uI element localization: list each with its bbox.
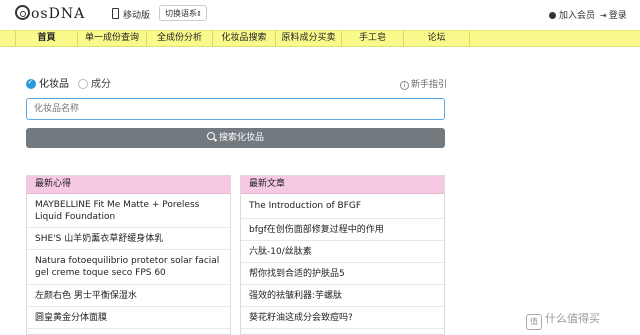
login-icon: ⇥ (600, 11, 607, 20)
radio-cosmetic-label: 化妆品 (39, 79, 69, 90)
main-nav: 首頁 单一成份查询 全成份分析 化妆品搜索 原料成分买卖 手工皂 论坛 (0, 30, 640, 47)
radio-ingredient-label: 成分 (91, 79, 111, 90)
language-select[interactable]: 切换语系 ⇕ (159, 5, 207, 21)
watermark-icon: 值 (526, 314, 542, 330)
nav-item-single-ingredient[interactable]: 单一成份查询 (78, 31, 147, 46)
panel-title: 最新心得 (27, 176, 230, 194)
logo-c-icon (15, 5, 30, 20)
list-item[interactable]: Natura fotoequilibrio protetor solar fac… (27, 250, 230, 285)
radio-cosmetic[interactable]: 化妆品 (26, 75, 69, 90)
list-item[interactable]: The Introduction of BFGF (241, 194, 444, 219)
nav-item-ingredient-trade[interactable]: 原料成分买卖 (276, 31, 342, 46)
list-item[interactable]: 圆皇黄金分体面膜 (27, 307, 230, 329)
search-button-label: 搜索化妆品 (218, 133, 264, 143)
radio-checked-icon (26, 78, 36, 89)
latest-articles-panel: 最新文章 The Introduction of BFGF bfgf在创伤面部修… (240, 175, 445, 335)
panel-title: 最新文章 (241, 176, 444, 194)
search-button[interactable]: 搜索化妆品 (26, 128, 445, 148)
radio-ingredient[interactable]: 成分 (78, 75, 111, 90)
list-item[interactable]: bfgf在创伤面部修复过程中的作用 (241, 219, 444, 241)
list-item[interactable]: 左颜右色 男士平衡保湿水 (27, 285, 230, 307)
nav-item-cosmetic-search[interactable]: 化妆品搜索 (213, 31, 276, 46)
user-icon (549, 12, 556, 19)
site-logo[interactable]: osDNA (15, 5, 85, 22)
join-label: 加入会员 (559, 11, 596, 21)
watermark: 值什么值得买 (526, 310, 600, 330)
nav-item-full-analysis[interactable]: 全成份分析 (147, 31, 213, 46)
latest-reviews-panel: 最新心得 MAYBELLINE Fit Me Matte + Poreless … (26, 175, 231, 335)
phone-icon (112, 8, 119, 19)
search-icon (206, 132, 215, 140)
nav-item-home[interactable]: 首頁 (15, 31, 78, 46)
login-label: 登录 (608, 11, 627, 21)
beginner-guide-link[interactable]: i 新手指引 (400, 77, 447, 90)
language-select-value: 切换语系 (165, 9, 197, 18)
list-item[interactable]: 六肽-10/丝肽素 (241, 241, 444, 263)
list-item[interactable]: MAYBELLINE Fit Me Matte + Poreless Liqui… (27, 194, 230, 228)
list-item[interactable]: 强效的祛皱利器:芋螺肽 (241, 285, 444, 307)
join-member-link[interactable]: 加入会员 (549, 8, 595, 21)
mobile-label: 移动版 (123, 11, 151, 21)
watermark-text: 什么值得买 (545, 312, 600, 325)
chevron-updown-icon: ⇕ (196, 10, 202, 18)
top-header: osDNA 移动版 切换语系 ⇕ 加入会员 ⇥ 登录 (0, 0, 640, 30)
info-icon: i (400, 81, 409, 90)
search-input[interactable] (26, 98, 445, 120)
guide-label: 新手指引 (411, 80, 448, 90)
mobile-version-link[interactable]: 移动版 (112, 8, 150, 21)
nav-item-forum[interactable]: 论坛 (404, 31, 470, 46)
list-item[interactable]: SHE'S 山羊奶薰衣草舒缓身体乳 (27, 228, 230, 250)
list-item[interactable]: 帮你找到合适的护肤品5 (241, 263, 444, 285)
radio-unchecked-icon (78, 79, 88, 89)
nav-item-handmade-soap[interactable]: 手工皂 (342, 31, 404, 46)
login-link[interactable]: ⇥ 登录 (600, 8, 627, 21)
list-item[interactable]: 葵花籽油这成分会致痘吗? (241, 307, 444, 329)
logo-text: osDNA (31, 6, 86, 22)
